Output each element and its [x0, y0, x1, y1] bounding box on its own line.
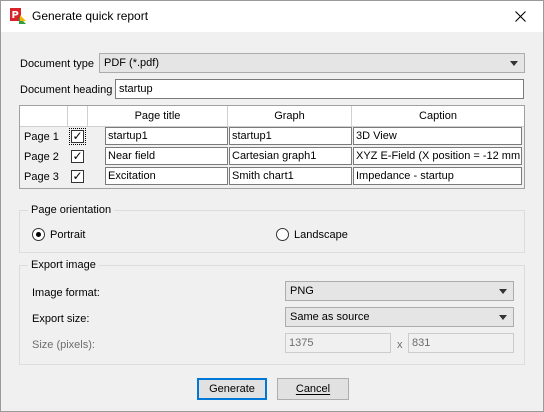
width-pixels-input[interactable]: 1375 [285, 333, 391, 353]
page-1-include-checkbox[interactable]: ✓ [69, 128, 86, 145]
title-bar: P Generate quick report [1, 1, 543, 32]
column-header-page-title[interactable]: Page title [88, 106, 228, 127]
page-2-graph-cell[interactable]: Cartesian graph1 [229, 147, 352, 165]
page-2-include-checkbox[interactable]: ✓ [71, 150, 84, 163]
portrait-radio[interactable] [32, 228, 45, 241]
page-orientation-title: Page orientation [28, 204, 115, 216]
cancel-button[interactable]: Cancel [277, 378, 349, 400]
page-3-caption-cell[interactable]: Impedance - startup [353, 167, 522, 185]
document-heading-input[interactable]: startup [115, 79, 524, 99]
image-format-label: Image format: [32, 287, 100, 299]
portrait-label[interactable]: Portrait [50, 229, 85, 241]
cancel-button-label: Cancel [295, 383, 331, 395]
row-header-page-2: Page 2 [24, 151, 59, 163]
landscape-label[interactable]: Landscape [294, 229, 348, 241]
document-type-value: PDF (*.pdf) [104, 57, 160, 69]
export-size-select[interactable]: Same as source [285, 307, 514, 327]
chevron-down-icon [499, 289, 507, 294]
row-header-page-3: Page 3 [24, 171, 59, 183]
checkbox-column-header [68, 106, 88, 127]
image-format-value: PNG [290, 285, 314, 297]
column-header-caption[interactable]: Caption [352, 106, 524, 127]
radio-selected-dot [36, 232, 41, 237]
page-orientation-group [19, 210, 525, 253]
page-3-title-cell[interactable]: Excitation [105, 167, 228, 185]
export-image-title: Export image [28, 259, 99, 271]
size-separator: x [397, 339, 403, 351]
table-corner [20, 106, 68, 127]
image-format-select[interactable]: PNG [285, 281, 514, 301]
page-2-caption-cell[interactable]: XYZ E-Field (X position = -12 mm; Y [353, 147, 522, 165]
page-2-title-cell[interactable]: Near field [105, 147, 228, 165]
document-heading-label: Document heading [20, 84, 113, 96]
chevron-down-icon [510, 61, 518, 66]
page-3-graph-cell[interactable]: Smith chart1 [229, 167, 352, 185]
document-type-select[interactable]: PDF (*.pdf) [99, 53, 525, 73]
window-title: Generate quick report [32, 9, 149, 23]
report-dialog: P Generate quick report Document type PD… [0, 0, 544, 412]
document-heading-value: startup [119, 83, 153, 95]
page-3-include-checkbox[interactable]: ✓ [71, 170, 84, 183]
app-logo-icon: P [10, 8, 26, 24]
landscape-radio[interactable] [276, 228, 289, 241]
width-pixels-value: 1375 [289, 337, 314, 349]
export-size-label: Export size: [32, 313, 90, 325]
document-type-label: Document type [20, 58, 94, 70]
height-pixels-value: 831 [412, 337, 431, 349]
column-header-graph[interactable]: Graph [228, 106, 352, 127]
export-size-value: Same as source [290, 311, 370, 323]
chevron-down-icon [499, 315, 507, 320]
close-button[interactable] [497, 1, 543, 32]
page-1-title-cell[interactable]: startup1 [105, 127, 228, 145]
generate-button[interactable]: Generate [197, 378, 267, 400]
height-pixels-input[interactable]: 831 [408, 333, 514, 353]
pages-table: Page title Graph Caption Page 1 ✓ startu… [19, 105, 525, 189]
svg-text:P: P [12, 10, 19, 21]
page-1-graph-cell[interactable]: startup1 [229, 127, 352, 145]
size-pixels-label: Size (pixels): [32, 339, 95, 351]
row-header-page-1: Page 1 [24, 131, 59, 143]
page-1-caption-cell[interactable]: 3D View [353, 127, 522, 145]
close-icon [514, 11, 526, 22]
